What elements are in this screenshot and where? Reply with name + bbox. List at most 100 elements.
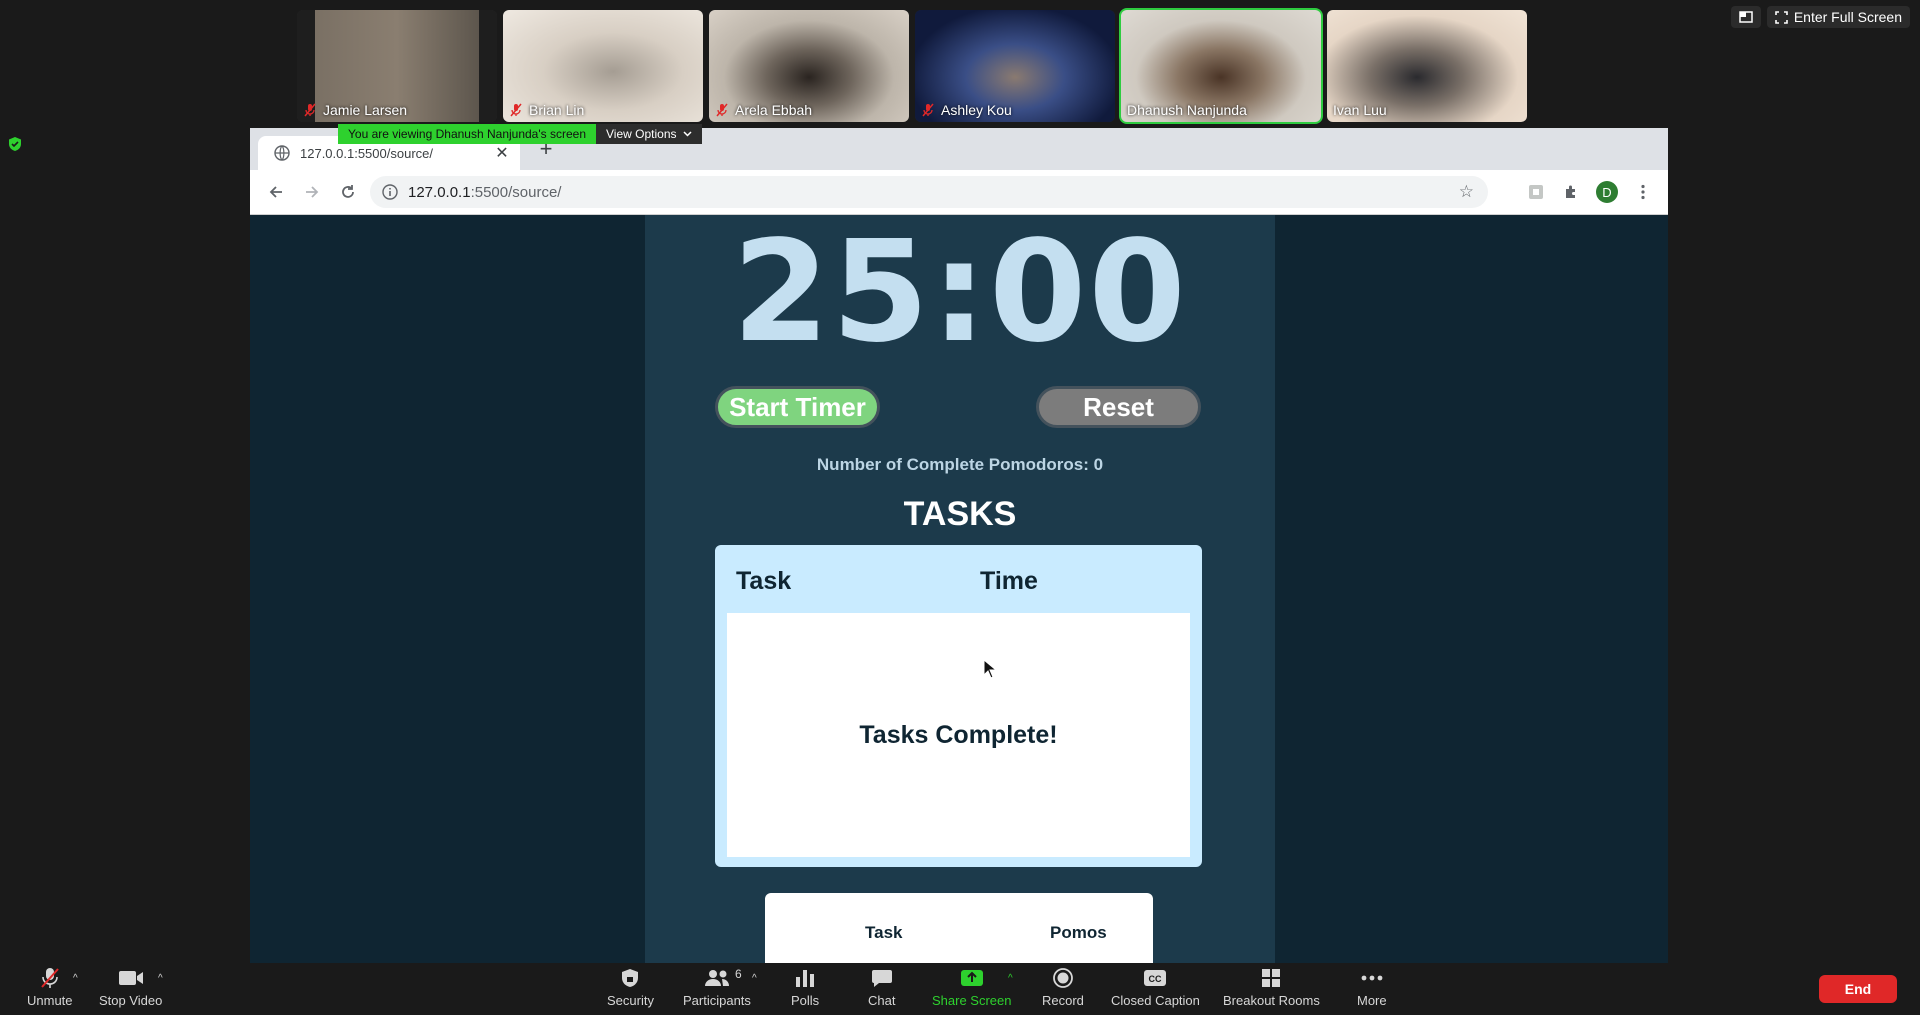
task-list-card: Task Time Tasks Complete!	[715, 545, 1202, 867]
log-task-header: Task	[865, 923, 903, 942]
pomodoro-count: Number of Complete Pomodoros: 0	[816, 455, 1104, 474]
enter-full-screen-button[interactable]: Enter Full Screen	[1766, 6, 1910, 28]
viewing-banner: You are viewing Dhanush Nanjunda's scree…	[338, 124, 702, 144]
muted-mic-icon	[41, 968, 59, 988]
closed-caption-icon: CC	[1144, 970, 1167, 986]
participant-tile[interactable]: Ivan Luu	[1327, 10, 1527, 122]
participant-tile[interactable]: Jamie Larsen	[297, 10, 497, 122]
extension-icon[interactable]	[1524, 180, 1548, 204]
task-column-header: Task	[736, 567, 792, 595]
participant-name: Ashley Kou	[941, 102, 1012, 118]
polls-label: Polls	[791, 993, 820, 1008]
reset-button[interactable]: Reset	[1036, 386, 1201, 428]
participant-name: Arela Ebbah	[735, 102, 813, 118]
share-screen-button[interactable]: Share Screen	[932, 967, 1012, 1008]
participants-count: 6	[735, 967, 742, 981]
video-camera-icon	[118, 971, 143, 985]
more-label: More	[1357, 993, 1387, 1008]
url-path: :5500/source/	[470, 183, 562, 201]
participant-tile-active-speaker[interactable]: Dhanush Nanjunda	[1119, 8, 1323, 124]
close-tab-icon[interactable]: ✕	[494, 143, 510, 163]
participant-name: Jamie Larsen	[323, 102, 408, 118]
record-label: Record	[1042, 993, 1084, 1008]
breakout-rooms-label: Breakout Rooms	[1223, 993, 1320, 1008]
url-field[interactable]: 127.0.0.1:5500/source/ ☆	[370, 176, 1488, 208]
participant-name: Ivan Luu	[1333, 102, 1387, 118]
closed-caption-button[interactable]: CC Closed Caption	[1111, 967, 1200, 1008]
breakout-rooms-button[interactable]: Breakout Rooms	[1223, 967, 1320, 1008]
view-options-button[interactable]: View Options	[596, 124, 702, 144]
stop-video-button[interactable]: Stop Video	[99, 967, 162, 1008]
chat-bubble-icon	[871, 970, 892, 987]
security-button[interactable]: Security	[607, 967, 654, 1008]
log-pomos-header: Pomos	[1050, 923, 1107, 942]
participant-name: Brian Lin	[529, 102, 585, 118]
layout-icon	[1739, 11, 1753, 23]
muted-mic-icon	[922, 103, 934, 117]
participant-tile[interactable]: Ashley Kou	[915, 10, 1115, 122]
globe-icon	[274, 145, 290, 161]
more-button[interactable]: More	[1357, 967, 1387, 1008]
muted-mic-icon	[716, 103, 728, 117]
back-arrow-icon[interactable]	[258, 174, 294, 210]
pomodoro-log-card: Task Pomos	[765, 893, 1153, 963]
bookmark-star-icon[interactable]: ☆	[1459, 182, 1474, 202]
start-timer-button[interactable]: Start Timer	[715, 386, 880, 428]
chat-button[interactable]: Chat	[868, 967, 895, 1008]
tasks-complete-message: Tasks Complete!	[859, 720, 1058, 749]
participants-icon	[704, 970, 729, 986]
participants-caret-icon[interactable]: ^	[752, 973, 757, 984]
page-viewport: 25:00 Start Timer Reset Number of Comple…	[250, 215, 1668, 963]
participant-tile[interactable]: Arela Ebbah	[709, 10, 909, 122]
participant-name: Dhanush Nanjunda	[1127, 102, 1247, 118]
record-icon	[1053, 968, 1073, 988]
kebab-menu-icon[interactable]	[1631, 180, 1655, 204]
profile-avatar[interactable]: D	[1595, 180, 1619, 204]
breakout-rooms-icon	[1262, 969, 1281, 987]
shared-browser-window: 127.0.0.1:5500/source/ ✕ + 127.0.0.1:550…	[250, 128, 1668, 963]
chevron-down-icon	[682, 131, 692, 137]
pomodoro-app: 25:00 Start Timer Reset Number of Comple…	[645, 215, 1275, 963]
url-host: 127.0.0.1	[408, 183, 471, 201]
share-screen-icon	[960, 970, 983, 986]
bar-chart-icon	[796, 970, 815, 987]
unmute-button[interactable]: Unmute	[27, 967, 73, 1008]
site-info-icon[interactable]	[382, 184, 398, 200]
security-label: Security	[607, 993, 654, 1008]
shield-icon	[622, 969, 639, 987]
reload-icon[interactable]	[330, 174, 366, 210]
address-bar: 127.0.0.1:5500/source/ ☆ D	[250, 170, 1668, 215]
viewing-banner-text: You are viewing Dhanush Nanjunda's scree…	[338, 124, 597, 144]
forward-arrow-icon[interactable]	[294, 174, 330, 210]
svg-text:CC: CC	[1149, 974, 1162, 984]
muted-mic-icon	[304, 103, 316, 117]
record-button[interactable]: Record	[1042, 967, 1084, 1008]
avatar-letter: D	[1596, 181, 1618, 203]
tab-title: 127.0.0.1:5500/source/	[300, 145, 433, 161]
encryption-shield-icon[interactable]	[8, 136, 22, 152]
mouse-cursor-icon	[983, 659, 997, 679]
unmute-label: Unmute	[27, 993, 73, 1008]
closed-caption-label: Closed Caption	[1111, 993, 1200, 1008]
end-meeting-button[interactable]: End	[1819, 975, 1897, 1003]
more-dots-icon	[1361, 975, 1383, 981]
view-layout-button[interactable]	[1730, 6, 1761, 28]
share-screen-label: Share Screen	[932, 993, 1012, 1008]
tasks-heading: TASKS	[903, 495, 1017, 533]
participant-tile[interactable]: Brian Lin	[503, 10, 703, 122]
extensions-puzzle-icon[interactable]	[1559, 180, 1583, 204]
participants-label: Participants	[683, 993, 751, 1008]
stop-video-label: Stop Video	[99, 993, 163, 1008]
enter-full-screen-label: Enter Full Screen	[1793, 9, 1902, 25]
task-list-body: Tasks Complete!	[727, 613, 1190, 857]
video-options-caret-icon[interactable]: ^	[158, 973, 163, 984]
audio-options-caret-icon[interactable]: ^	[73, 973, 78, 984]
fullscreen-icon	[1775, 10, 1788, 24]
muted-mic-icon	[510, 103, 522, 117]
view-options-label: View Options	[606, 127, 677, 141]
polls-button[interactable]: Polls	[791, 967, 819, 1008]
top-right-controls: Enter Full Screen	[1730, 6, 1910, 28]
time-column-header: Time	[980, 567, 1038, 595]
share-options-caret-icon[interactable]: ^	[1008, 973, 1013, 984]
chat-label: Chat	[868, 993, 896, 1008]
